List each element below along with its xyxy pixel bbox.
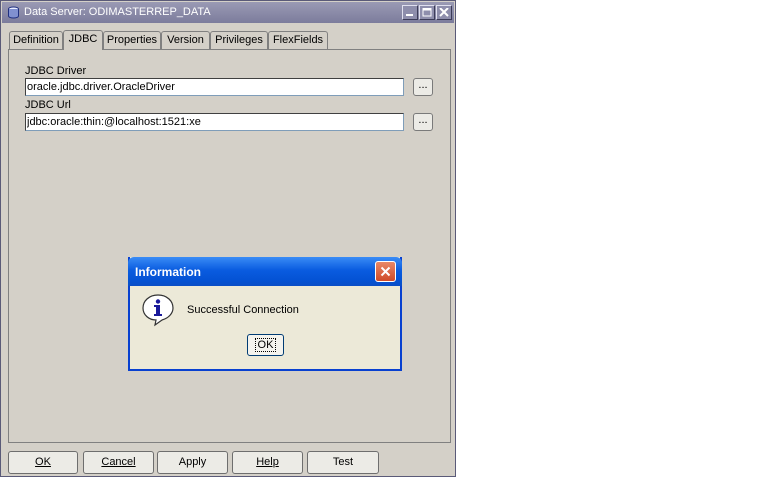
tab-privileges[interactable]: Privileges — [210, 31, 268, 49]
close-icon — [380, 266, 391, 277]
data-server-window: Data Server: ODIMASTERREP_DATA Definitio… — [0, 0, 456, 477]
tab-definition[interactable]: Definition — [9, 31, 63, 49]
jdbc-tab-panel — [8, 49, 451, 443]
cancel-button[interactable]: Cancel — [83, 451, 154, 474]
tab-properties[interactable]: Properties — [103, 31, 161, 49]
apply-button[interactable]: Apply — [157, 451, 228, 474]
jdbc-url-browse-button[interactable]: ... — [413, 113, 433, 131]
cancel-button-label: Cancel — [101, 456, 136, 468]
tab-flexfields[interactable]: FlexFields — [268, 31, 328, 49]
dialog-ok-label: OK — [254, 338, 277, 352]
help-button[interactable]: Help — [232, 451, 303, 474]
tab-version[interactable]: Version — [161, 31, 210, 49]
jdbc-driver-label: JDBC Driver — [25, 65, 87, 77]
window-title: Data Server: ODIMASTERREP_DATA — [24, 6, 211, 18]
dialog-title-bar[interactable]: Information — [128, 257, 402, 286]
info-icon — [142, 294, 174, 327]
window-title-bar[interactable]: Data Server: ODIMASTERREP_DATA — [2, 2, 454, 23]
dialog-title: Information — [135, 265, 201, 279]
jdbc-driver-browse-button[interactable]: ... — [413, 78, 433, 96]
dialog-close-button[interactable] — [375, 261, 396, 282]
ok-button[interactable]: OK — [8, 451, 78, 474]
dialog-message: Successful Connection — [187, 304, 299, 316]
information-dialog: Information Successful Connection OK — [128, 257, 402, 371]
test-button[interactable]: Test — [307, 451, 379, 474]
minimize-button[interactable] — [402, 5, 418, 20]
jdbc-url-label: JDBC Url — [25, 99, 71, 111]
maximize-button[interactable] — [419, 5, 435, 20]
tab-jdbc[interactable]: JDBC — [63, 30, 103, 50]
jdbc-driver-input[interactable] — [25, 78, 404, 96]
data-server-icon — [8, 6, 19, 19]
ok-button-label: OK — [35, 456, 51, 468]
maximize-icon — [422, 8, 432, 17]
close-button[interactable] — [436, 5, 452, 20]
jdbc-url-input[interactable] — [25, 113, 404, 131]
dialog-ok-button[interactable]: OK — [247, 334, 284, 356]
close-icon — [439, 8, 449, 17]
minimize-icon — [406, 14, 413, 16]
help-button-label: Help — [256, 456, 279, 468]
